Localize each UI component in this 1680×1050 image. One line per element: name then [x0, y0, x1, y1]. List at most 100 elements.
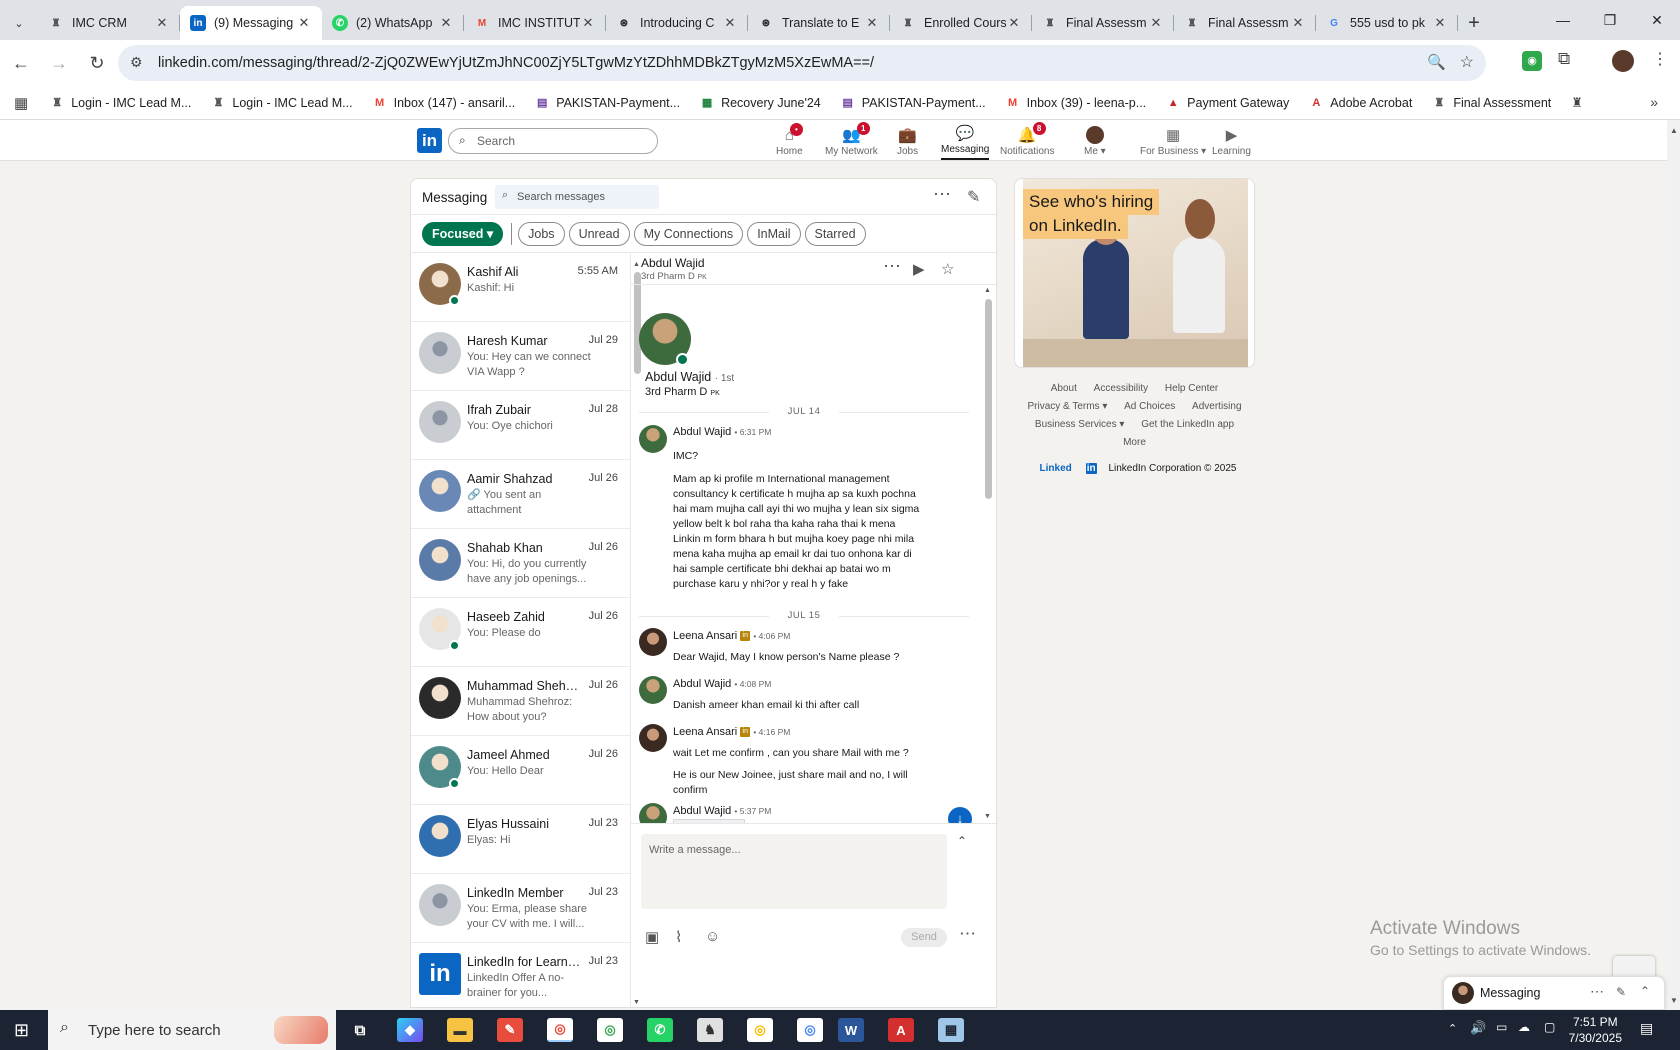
- reload-icon[interactable]: ↻: [80, 46, 114, 80]
- chrome-alt-icon[interactable]: ◎: [747, 1018, 773, 1042]
- close-window-icon[interactable]: ✕: [1634, 0, 1680, 40]
- thread-scroll-down-icon[interactable]: ▼: [984, 813, 991, 820]
- profile-card-name[interactable]: Abdul Wajid · 1st: [645, 370, 734, 384]
- sender-avatar[interactable]: [639, 628, 667, 656]
- close-tab-icon[interactable]: ✕: [580, 15, 596, 31]
- bookmark-item[interactable]: ▦ Recovery June'24: [700, 96, 821, 110]
- page-scrollbar[interactable]: [1667, 120, 1680, 1050]
- filter-chip-unread[interactable]: Unread: [568, 221, 630, 246]
- apps-grid-icon[interactable]: ▦: [14, 94, 28, 112]
- network-tray-icon[interactable]: ▭: [1496, 1020, 1507, 1034]
- forward-arrow-icon[interactable]: →: [42, 46, 76, 80]
- chrome-alt2-icon[interactable]: ◎: [797, 1018, 823, 1042]
- nav-avatar[interactable]: ● Me ▾: [1084, 122, 1106, 160]
- conversation-item[interactable]: in LinkedIn for Learning Jul 23 LinkedIn Of…: [411, 943, 630, 1007]
- browser-tab[interactable]: in (9) Messaging ✕: [180, 6, 322, 40]
- extensions-icon[interactable]: ⧉: [1558, 49, 1570, 69]
- chrome-icon[interactable]: ◎: [547, 1018, 573, 1042]
- linkedin-logo-icon[interactable]: in: [417, 128, 442, 153]
- nav-grid[interactable]: ▦ For Business ▾: [1140, 122, 1206, 160]
- browser-tab[interactable]: ♜ IMC CRM ✕: [38, 6, 180, 40]
- new-tab-button[interactable]: +: [1458, 6, 1490, 40]
- tab-search-chevron-icon[interactable]: ⌄: [0, 6, 38, 40]
- bookmark-item[interactable]: ♜ Login - IMC Lead M...: [211, 96, 352, 110]
- conversation-item[interactable]: Haresh Kumar Jul 29 You: Hey can we connec…: [411, 322, 630, 391]
- compose-more-icon[interactable]: ⋯: [959, 924, 976, 944]
- bookmark-extra-icon[interactable]: ♜: [1571, 95, 1583, 111]
- browser-menu-icon[interactable]: ⋮: [1652, 49, 1668, 69]
- word-icon[interactable]: W: [838, 1018, 864, 1042]
- close-tab-icon[interactable]: ✕: [154, 15, 170, 31]
- url-bar[interactable]: ⚙ linkedin.com/messaging/thread/2-ZjQ0ZW…: [118, 45, 1486, 81]
- close-tab-icon[interactable]: ✕: [1148, 15, 1164, 31]
- copilot-icon[interactable]: ◆: [397, 1018, 423, 1042]
- conversation-item[interactable]: Elyas Hussaini Jul 23 Elyas: Hi: [411, 805, 630, 874]
- footer-link[interactable]: Get the LinkedIn app: [1141, 419, 1234, 430]
- restore-window-icon[interactable]: ❐: [1587, 0, 1633, 40]
- bookmark-item[interactable]: ♜ Login - IMC Lead M...: [50, 96, 191, 110]
- messaging-more-icon[interactable]: ⋯: [933, 184, 951, 205]
- close-tab-icon[interactable]: ✕: [296, 15, 312, 31]
- sender-avatar[interactable]: [639, 425, 667, 453]
- taskbar-search-input[interactable]: ⌕ Type here to search: [48, 1010, 336, 1050]
- sender-avatar[interactable]: [639, 724, 667, 752]
- thread-contact-name[interactable]: Abdul Wajid: [641, 256, 705, 270]
- windows-start-icon[interactable]: ⊞: [14, 1020, 29, 1041]
- browser-tab[interactable]: ♜ Final Assessm ✕: [1032, 6, 1174, 40]
- overlay-expand-icon[interactable]: ⌃: [1640, 984, 1650, 998]
- profile-avatar-icon[interactable]: [1612, 50, 1634, 72]
- filter-chip-my-connections[interactable]: My Connections: [633, 221, 744, 246]
- close-tab-icon[interactable]: ✕: [1290, 15, 1306, 31]
- overlay-compose-icon[interactable]: ✎: [1616, 985, 1626, 999]
- browser-tab[interactable]: G 555 usd to pk ✕: [1316, 6, 1458, 40]
- sender-avatar[interactable]: [639, 676, 667, 704]
- search-messages-input[interactable]: ⌕ Search messages: [495, 185, 659, 209]
- thread-messages[interactable]: Abdul Wajid · 1st 3rd Pharm D PK JUL 14 …: [631, 285, 977, 823]
- minimize-window-icon[interactable]: —: [1540, 0, 1586, 40]
- conversation-item[interactable]: Haseeb Zahid Jul 26 You: Please do: [411, 598, 630, 667]
- browser-tab[interactable]: ⊛ Introducing C ✕: [606, 6, 748, 40]
- file-explorer-icon[interactable]: ▬: [447, 1018, 473, 1042]
- close-tab-icon[interactable]: ✕: [1006, 15, 1022, 31]
- footer-link[interactable]: More: [1123, 437, 1146, 448]
- footer-link[interactable]: Business Services ▾: [1035, 419, 1125, 430]
- thread-scrollbar[interactable]: [985, 299, 992, 499]
- task-view-icon[interactable]: ⧉: [347, 1018, 373, 1042]
- nav-home[interactable]: ⌂ • Home: [776, 122, 803, 160]
- close-tab-icon[interactable]: ✕: [864, 15, 880, 31]
- conversation-item[interactable]: Ifrah Zubair Jul 28 You: Oye chichori: [411, 391, 630, 460]
- conversation-item[interactable]: LinkedIn Member Jul 23 You: Erma, please s…: [411, 874, 630, 943]
- nav-network[interactable]: 👥 1 My Network: [825, 122, 878, 160]
- filter-chip-starred[interactable]: Starred: [804, 221, 866, 246]
- conversation-item[interactable]: Jameel Ahmed Jul 26 You: Hello Dear: [411, 736, 630, 805]
- filter-chip-jobs[interactable]: Jobs: [518, 221, 565, 246]
- bookmark-item[interactable]: ♜ Final Assessment: [1432, 96, 1551, 110]
- browser-tab[interactable]: ♜ Final Assessm ✕: [1174, 6, 1316, 40]
- message-input[interactable]: Write a message...: [641, 834, 947, 909]
- linkedin-search-input[interactable]: ⌕ Search: [448, 128, 658, 154]
- calculator-icon[interactable]: ▦: [938, 1018, 964, 1042]
- page-scroll-up-icon[interactable]: ▲: [1670, 126, 1678, 135]
- browser-tab[interactable]: ♜ Enrolled Cours ✕: [890, 6, 1032, 40]
- close-tab-icon[interactable]: ✕: [438, 15, 454, 31]
- more-bookmarks-icon[interactable]: »: [1650, 94, 1658, 110]
- footer-link[interactable]: Accessibility: [1094, 383, 1148, 394]
- conversation-item[interactable]: Aamir Shahzad Jul 26 🔗 You sent an attachm…: [411, 460, 630, 529]
- footer-link[interactable]: About: [1051, 383, 1077, 394]
- notifications-tray-icon[interactable]: ▤: [1640, 1020, 1653, 1037]
- thread-more-icon[interactable]: ⋯: [883, 256, 901, 277]
- bookmark-item[interactable]: ▤ PAKISTAN-Payment...: [841, 96, 986, 110]
- nav-messaging[interactable]: 💬 Messaging: [941, 122, 990, 160]
- conversation-item[interactable]: Muhammad Shehroz... Jul 26 Muhammad Shehro…: [411, 667, 630, 736]
- nav-learning[interactable]: ▶ Learning: [1212, 122, 1251, 160]
- footer-link[interactable]: Privacy & Terms ▾: [1027, 401, 1107, 412]
- nav-jobs[interactable]: 💼 Jobs: [897, 122, 918, 160]
- emoji-icon[interactable]: ☺: [705, 928, 720, 945]
- volume-icon[interactable]: 🔊: [1470, 1020, 1486, 1036]
- bookmark-star-icon[interactable]: ☆: [1460, 52, 1474, 72]
- conversation-list[interactable]: Kashif Ali 5:55 AM Kashif: Hi Haresh Kumar J…: [411, 253, 631, 1007]
- footer-link[interactable]: Advertising: [1192, 401, 1241, 412]
- compose-message-icon[interactable]: ✎: [967, 187, 980, 207]
- app-bird-icon[interactable]: ♞: [697, 1018, 723, 1042]
- thread-scroll-up-icon[interactable]: ▲: [984, 287, 991, 294]
